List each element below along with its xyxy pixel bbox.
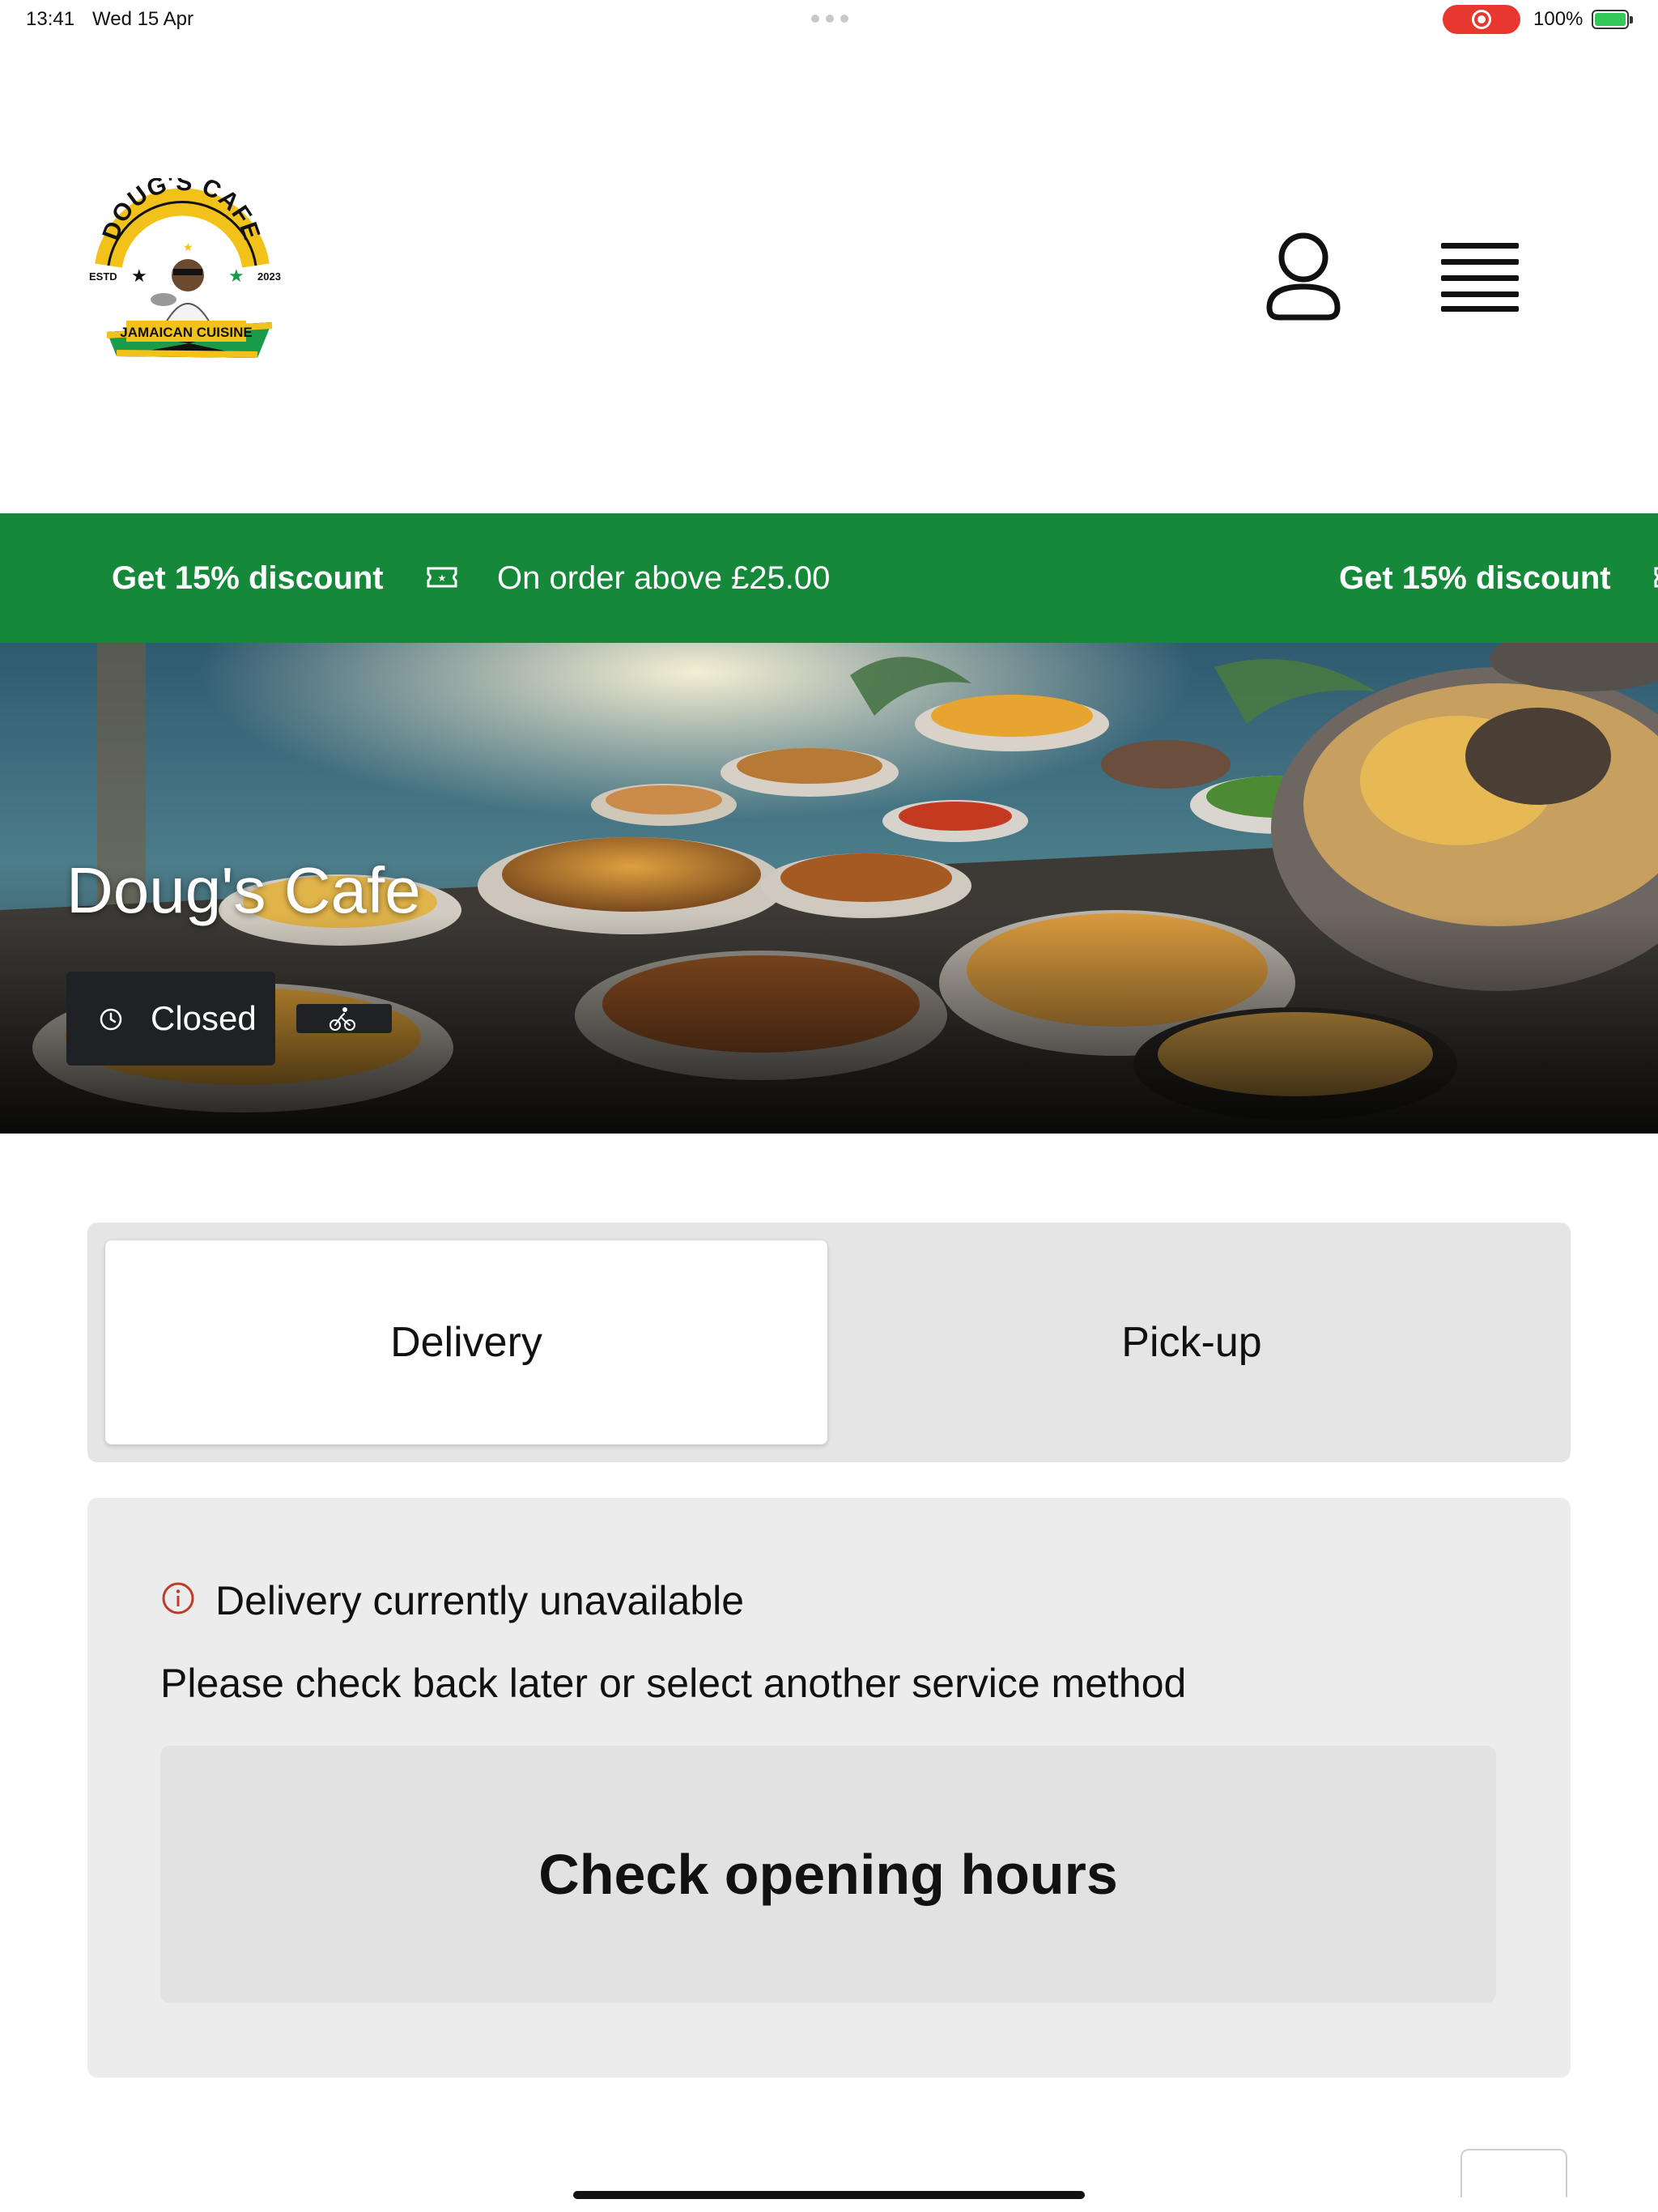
check-opening-hours-button[interactable]: Check opening hours xyxy=(160,1746,1496,2003)
info-icon xyxy=(162,1582,194,1614)
user-icon xyxy=(1266,232,1341,321)
opening-status-badge[interactable]: Closed xyxy=(66,972,275,1066)
home-indicator[interactable] xyxy=(573,2191,1085,2199)
svg-text:★: ★ xyxy=(438,572,447,584)
dougs-cafe-logo[interactable]: DOUG'S CAFE ESTD ★ ★ 2023 ★ JAMAICAN CUI… xyxy=(84,169,295,364)
restaurant-name: Doug's Cafe xyxy=(66,854,421,926)
clock-icon xyxy=(100,1008,122,1031)
svg-text:2023: 2023 xyxy=(257,270,281,283)
battery-percentage: 100% xyxy=(1533,8,1584,30)
hero-banner: Doug's Cafe Closed xyxy=(0,643,1658,1134)
bike-icon xyxy=(329,1007,355,1031)
screen-recording-indicator[interactable] xyxy=(1443,5,1520,34)
promo-title-repeat: Get 15% discount xyxy=(1339,560,1611,596)
floating-button-partial[interactable] xyxy=(1460,2149,1567,2197)
svg-text:★: ★ xyxy=(183,240,193,253)
account-button[interactable] xyxy=(1263,227,1344,324)
tab-pickup[interactable]: Pick-up xyxy=(831,1240,1553,1444)
multitasking-dots[interactable] xyxy=(811,15,848,23)
delivery-badge[interactable] xyxy=(296,1004,392,1033)
status-date: Wed 15 Apr xyxy=(92,8,193,30)
opening-status-label: Closed xyxy=(151,999,257,1037)
notice-message: Please check back later or select anothe… xyxy=(160,1661,1187,1706)
service-method-toggle: Delivery Pick-up xyxy=(87,1223,1571,1462)
svg-text:★: ★ xyxy=(131,266,147,286)
ticket-icon xyxy=(1654,567,1658,588)
notice-title: Delivery currently unavailable xyxy=(215,1578,745,1623)
svg-text:★: ★ xyxy=(228,266,244,286)
promo-subtitle: On order above £25.00 xyxy=(497,560,831,596)
battery-icon xyxy=(1592,10,1633,29)
tab-delivery[interactable]: Delivery xyxy=(105,1240,827,1444)
promo-banner: Get 15% discount ★ On order above £25.00… xyxy=(0,513,1658,643)
promo-title: Get 15% discount xyxy=(112,560,384,596)
status-bar: 13:41 Wed 15 Apr 100% xyxy=(0,0,1658,39)
ticket-icon: ★ xyxy=(427,567,457,588)
status-time: 13:41 xyxy=(26,8,75,30)
svg-text:ESTD: ESTD xyxy=(89,270,117,283)
delivery-unavailable-panel: Delivery currently unavailable Please ch… xyxy=(87,1498,1571,2078)
svg-text:JAMAICAN CUISINE: JAMAICAN CUISINE xyxy=(120,325,252,340)
menu-icon[interactable] xyxy=(1438,236,1522,312)
